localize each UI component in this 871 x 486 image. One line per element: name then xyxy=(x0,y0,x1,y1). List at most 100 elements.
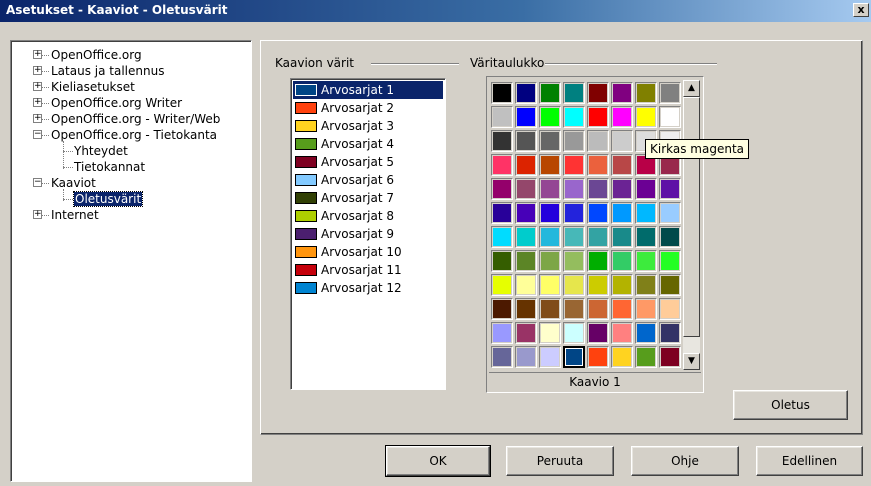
chart-series-item[interactable]: Arvosarjat 3 xyxy=(293,117,443,135)
palette-color-cell[interactable] xyxy=(659,202,681,224)
palette-color-cell[interactable] xyxy=(635,82,657,104)
palette-color-cell[interactable] xyxy=(563,274,585,296)
palette-color-cell[interactable] xyxy=(659,346,681,368)
palette-color-cell[interactable] xyxy=(635,202,657,224)
collapse-icon[interactable]: − xyxy=(33,130,42,139)
chart-series-item[interactable]: Arvosarjat 11 xyxy=(293,261,443,279)
expand-icon[interactable]: + xyxy=(33,98,42,107)
close-button[interactable]: x xyxy=(853,3,869,17)
chart-series-item[interactable]: Arvosarjat 7 xyxy=(293,189,443,207)
palette-color-cell[interactable] xyxy=(635,274,657,296)
palette-color-cell[interactable] xyxy=(659,178,681,200)
palette-color-cell[interactable] xyxy=(659,250,681,272)
palette-color-cell[interactable] xyxy=(611,346,633,368)
palette-color-cell[interactable] xyxy=(635,322,657,344)
palette-color-cell[interactable] xyxy=(491,274,513,296)
palette-color-cell[interactable] xyxy=(539,298,561,320)
palette-color-cell[interactable] xyxy=(539,154,561,176)
palette-color-cell[interactable] xyxy=(659,322,681,344)
chart-series-item[interactable]: Arvosarjat 2 xyxy=(293,99,443,117)
expand-icon[interactable]: + xyxy=(33,210,42,219)
collapse-icon[interactable]: − xyxy=(33,178,42,187)
default-colors-button[interactable]: Oletus xyxy=(733,390,848,420)
palette-color-cell[interactable] xyxy=(611,322,633,344)
tree-item[interactable]: Tietokannat xyxy=(74,159,145,175)
palette-color-cell[interactable] xyxy=(635,106,657,128)
chart-series-item[interactable]: Arvosarjat 10 xyxy=(293,243,443,261)
palette-color-cell[interactable] xyxy=(491,82,513,104)
expand-icon[interactable]: + xyxy=(33,114,42,123)
palette-color-cell[interactable] xyxy=(635,250,657,272)
palette-scrollbar[interactable]: ▲ ▼ xyxy=(683,80,700,370)
palette-color-cell[interactable] xyxy=(539,130,561,152)
palette-color-cell[interactable] xyxy=(515,250,537,272)
palette-color-cell[interactable] xyxy=(563,322,585,344)
scroll-up-button[interactable]: ▲ xyxy=(683,80,700,97)
tree-item[interactable]: OpenOffice.org - Writer/Web xyxy=(51,111,220,127)
palette-color-cell[interactable] xyxy=(539,106,561,128)
tree-item[interactable]: OpenOffice.org xyxy=(51,47,142,63)
palette-color-cell[interactable] xyxy=(659,226,681,248)
palette-color-cell[interactable] xyxy=(491,298,513,320)
tree-item[interactable]: Lataus ja tallennus xyxy=(51,63,164,79)
palette-color-cell[interactable] xyxy=(515,202,537,224)
expand-icon[interactable]: + xyxy=(33,82,42,91)
palette-color-cell[interactable] xyxy=(563,154,585,176)
scroll-thumb[interactable] xyxy=(683,97,700,337)
palette-color-cell[interactable] xyxy=(515,322,537,344)
palette-color-cell[interactable] xyxy=(491,130,513,152)
palette-color-cell[interactable] xyxy=(515,130,537,152)
palette-color-cell[interactable] xyxy=(539,250,561,272)
palette-color-cell[interactable] xyxy=(587,154,609,176)
palette-color-cell[interactable] xyxy=(611,226,633,248)
palette-color-cell[interactable] xyxy=(563,346,585,368)
tree-item[interactable]: Internet xyxy=(51,207,99,223)
palette-color-cell[interactable] xyxy=(587,226,609,248)
palette-color-cell[interactable] xyxy=(587,130,609,152)
ok-button[interactable]: OK xyxy=(385,445,491,477)
palette-color-cell[interactable] xyxy=(539,178,561,200)
palette-color-cell[interactable] xyxy=(491,106,513,128)
palette-color-cell[interactable] xyxy=(515,346,537,368)
palette-color-cell[interactable] xyxy=(659,106,681,128)
palette-color-cell[interactable] xyxy=(515,82,537,104)
palette-color-cell[interactable] xyxy=(563,250,585,272)
chart-series-item[interactable]: Arvosarjat 8 xyxy=(293,207,443,225)
palette-color-cell[interactable] xyxy=(491,154,513,176)
palette-color-cell[interactable] xyxy=(587,202,609,224)
palette-color-cell[interactable] xyxy=(563,130,585,152)
palette-color-cell[interactable] xyxy=(635,346,657,368)
palette-color-cell[interactable] xyxy=(563,106,585,128)
help-button[interactable]: Ohje xyxy=(631,446,739,476)
palette-color-cell[interactable] xyxy=(563,226,585,248)
palette-color-cell[interactable] xyxy=(611,178,633,200)
palette-color-cell[interactable] xyxy=(635,298,657,320)
palette-color-cell[interactable] xyxy=(659,274,681,296)
palette-color-cell[interactable] xyxy=(611,274,633,296)
palette-color-cell[interactable] xyxy=(587,322,609,344)
chart-series-item[interactable]: Arvosarjat 4 xyxy=(293,135,443,153)
palette-color-cell[interactable] xyxy=(563,202,585,224)
chart-series-item[interactable]: Arvosarjat 9 xyxy=(293,225,443,243)
palette-color-cell[interactable] xyxy=(635,178,657,200)
palette-color-cell[interactable] xyxy=(611,130,633,152)
palette-color-cell[interactable] xyxy=(539,202,561,224)
chart-series-list[interactable]: Arvosarjat 1 Arvosarjat 2 Arvosarjat 3 Arvo… xyxy=(290,78,446,390)
palette-color-cell[interactable] xyxy=(587,82,609,104)
palette-color-cell[interactable] xyxy=(611,106,633,128)
tree-item[interactable]: Yhteydet xyxy=(74,143,128,159)
palette-color-cell[interactable] xyxy=(515,178,537,200)
palette-color-cell[interactable] xyxy=(491,250,513,272)
palette-color-cell[interactable] xyxy=(515,226,537,248)
options-tree[interactable]: OpenOffice.org + Lataus ja tallennus + Kieli… xyxy=(10,40,252,482)
expand-icon[interactable]: + xyxy=(33,50,42,59)
palette-color-cell[interactable] xyxy=(515,106,537,128)
palette-color-cell[interactable] xyxy=(491,202,513,224)
palette-color-cell[interactable] xyxy=(539,82,561,104)
tree-item[interactable]: OpenOffice.org - Tietokanta xyxy=(51,127,217,143)
palette-color-cell[interactable] xyxy=(563,298,585,320)
palette-color-cell[interactable] xyxy=(491,346,513,368)
palette-color-cell[interactable] xyxy=(515,298,537,320)
palette-color-cell[interactable] xyxy=(491,322,513,344)
palette-color-cell[interactable] xyxy=(611,82,633,104)
